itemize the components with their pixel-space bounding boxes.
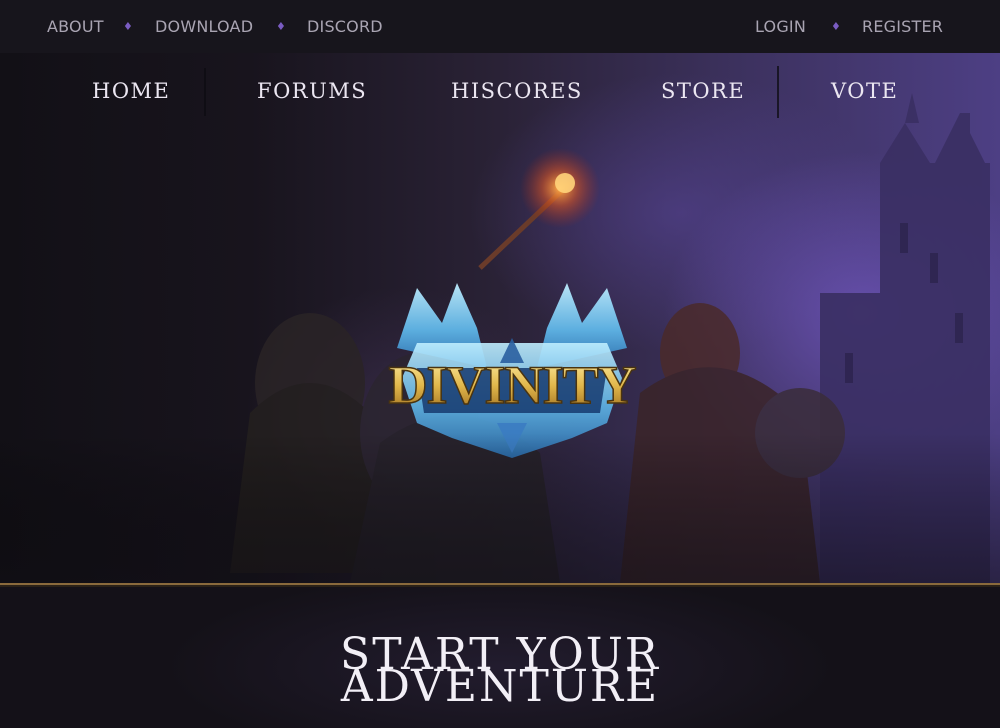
discord-link[interactable]: DISCORD [307, 17, 383, 37]
main-navigation: HOME FORUMS HISCORES STORE VOTE [0, 62, 1000, 118]
login-link[interactable]: LOGIN [755, 17, 806, 37]
nav-hiscores[interactable]: HISCORES [451, 78, 583, 104]
nav-divider [204, 68, 206, 116]
logo-wordmark: DIVINITY [388, 355, 635, 415]
register-link[interactable]: REGISTER [862, 17, 943, 37]
nav-divider [777, 66, 779, 118]
diamond-separator-icon: ♦ [123, 20, 133, 33]
adventure-heading: ADVENTURE [340, 661, 660, 712]
top-utility-bar: ABOUT ♦ DOWNLOAD ♦ DISCORD LOGIN ♦ REGIS… [0, 0, 1000, 53]
nav-vote[interactable]: VOTE [831, 78, 898, 104]
diamond-separator-icon: ♦ [276, 20, 286, 33]
about-link[interactable]: ABOUT [47, 17, 104, 37]
nav-store[interactable]: STORE [661, 78, 745, 104]
nav-home[interactable]: HOME [92, 78, 170, 104]
fire-staff [478, 148, 600, 270]
nav-forums[interactable]: FORUMS [257, 78, 367, 104]
diamond-separator-icon: ♦ [831, 20, 841, 33]
download-link[interactable]: DOWNLOAD [155, 17, 253, 37]
hero-banner: DIVINITY [0, 53, 1000, 583]
hero-artwork: DIVINITY [0, 93, 1000, 583]
